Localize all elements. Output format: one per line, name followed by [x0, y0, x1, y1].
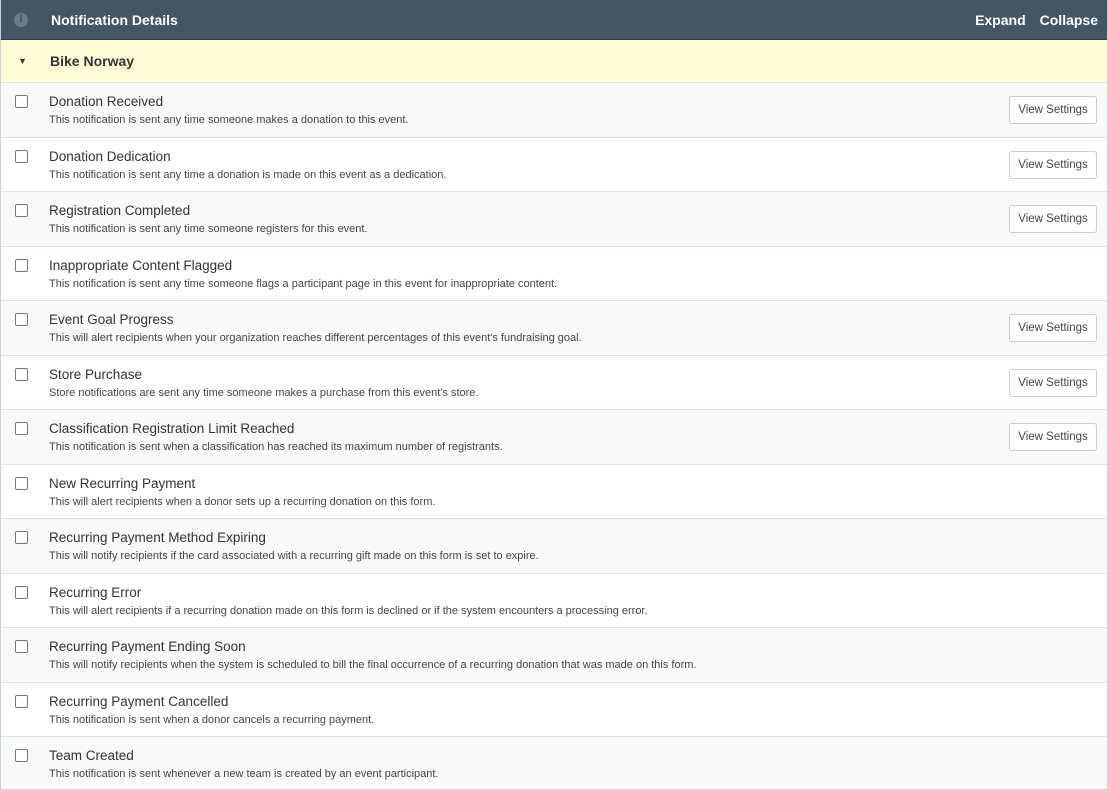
group-row-bike-norway[interactable]: ▼ Bike Norway	[1, 40, 1107, 83]
panel-header: i Notification Details Expand Collapse	[1, 0, 1107, 40]
view-settings-button[interactable]: View Settings	[1009, 423, 1097, 451]
notification-checkbox[interactable]	[15, 476, 28, 490]
view-settings-button[interactable]: View Settings	[1009, 205, 1097, 233]
panel-title: Notification Details	[51, 11, 178, 28]
notification-name: Inappropriate Content Flagged	[49, 257, 233, 273]
view-settings-button[interactable]: View Settings	[1009, 314, 1097, 342]
notification-row: Recurring Error This will alert recipient…	[1, 574, 1107, 628]
notification-description: This notification is sent when a classif…	[49, 441, 503, 453]
notification-checkbox[interactable]	[15, 95, 28, 108]
notification-checkbox[interactable]	[15, 422, 28, 435]
notification-row: Inappropriate Content Flagged This notifi…	[1, 247, 1107, 301]
notification-description: Store notifications are sent any time so…	[49, 386, 479, 399]
notification-checkbox[interactable]	[15, 640, 28, 653]
notification-checkbox[interactable]	[15, 313, 28, 326]
notification-name: Recurring Payment Cancelled	[49, 693, 229, 709]
notification-name: Recurring Payment Method Expiring	[49, 530, 266, 545]
notification-name: Classification Registration Limit Reache…	[49, 421, 295, 436]
notification-description: This notification is sent any time someo…	[49, 114, 409, 126]
notification-name: New Recurring Payment	[49, 475, 196, 491]
notification-description: This will alert recipients when a donor …	[49, 495, 436, 508]
notification-name: Recurring Error	[49, 584, 142, 600]
notification-checkbox[interactable]	[15, 694, 28, 708]
notification-name: Donation Dedication	[49, 148, 171, 164]
view-settings-button[interactable]: View Settings	[1009, 368, 1097, 397]
notification-row: Team Created This notification is sent wh…	[1, 737, 1107, 789]
notification-row: New Recurring Payment This will alert rec…	[1, 465, 1107, 519]
notification-description: This notification is sent any time someo…	[49, 223, 368, 235]
notification-checkbox[interactable]	[15, 531, 28, 544]
notification-description: This notification is sent any time someo…	[49, 277, 558, 290]
notification-checkbox[interactable]	[15, 204, 28, 217]
notification-checkbox[interactable]	[15, 749, 28, 762]
notification-row: Recurring Payment Cancelled This notifica…	[1, 683, 1107, 737]
expand-link[interactable]: Expand	[975, 12, 1026, 28]
notification-checkbox[interactable]	[15, 258, 28, 272]
notification-row: Registration Completed This notification …	[1, 192, 1107, 247]
notification-description: This notification is sent any time a don…	[49, 168, 447, 181]
caret-down-icon[interactable]: ▼	[18, 56, 27, 66]
notification-row: Event Goal Progress This will alert recip…	[1, 301, 1107, 356]
notification-row: Recurring Payment Ending Soon This will n…	[1, 628, 1107, 683]
notification-description: This notification is sent whenever a new…	[49, 768, 439, 780]
collapse-link[interactable]: Collapse	[1040, 12, 1098, 28]
view-settings-button[interactable]: View Settings	[1009, 96, 1097, 124]
group-name: Bike Norway	[50, 53, 135, 69]
notification-name: Recurring Payment Ending Soon	[49, 639, 246, 654]
notification-name: Event Goal Progress	[49, 312, 174, 327]
notification-row: Store Purchase Store notifications are se…	[1, 356, 1107, 410]
notification-row: Donation Received This notification is se…	[1, 83, 1107, 138]
notification-checkbox[interactable]	[15, 149, 28, 163]
notification-row: Classification Registration Limit Reache…	[1, 410, 1107, 465]
notification-description: This will notify recipients when the sys…	[49, 659, 697, 671]
notification-name: Donation Received	[49, 94, 164, 109]
notification-checkbox[interactable]	[15, 367, 28, 381]
notification-description: This will alert recipients if a recurrin…	[49, 604, 648, 617]
view-settings-button[interactable]: View Settings	[1009, 150, 1097, 179]
notification-row: Donation Dedication This notification is …	[1, 138, 1107, 192]
notification-name: Team Created	[49, 748, 134, 763]
notification-name: Store Purchase	[49, 366, 143, 382]
notification-details-panel: i Notification Details Expand Collapse ▼…	[0, 0, 1108, 790]
notification-list: Donation Received This notification is se…	[1, 83, 1107, 789]
info-icon[interactable]: i	[14, 12, 28, 27]
notification-description: This notification is sent when a donor c…	[49, 713, 375, 726]
notification-description: This will alert recipients when your org…	[49, 332, 582, 344]
notification-name: Registration Completed	[49, 203, 191, 218]
notification-row: Recurring Payment Method Expiring This wi…	[1, 519, 1107, 574]
notification-description: This will notify recipients if the card …	[49, 550, 539, 562]
notification-checkbox[interactable]	[15, 585, 28, 599]
